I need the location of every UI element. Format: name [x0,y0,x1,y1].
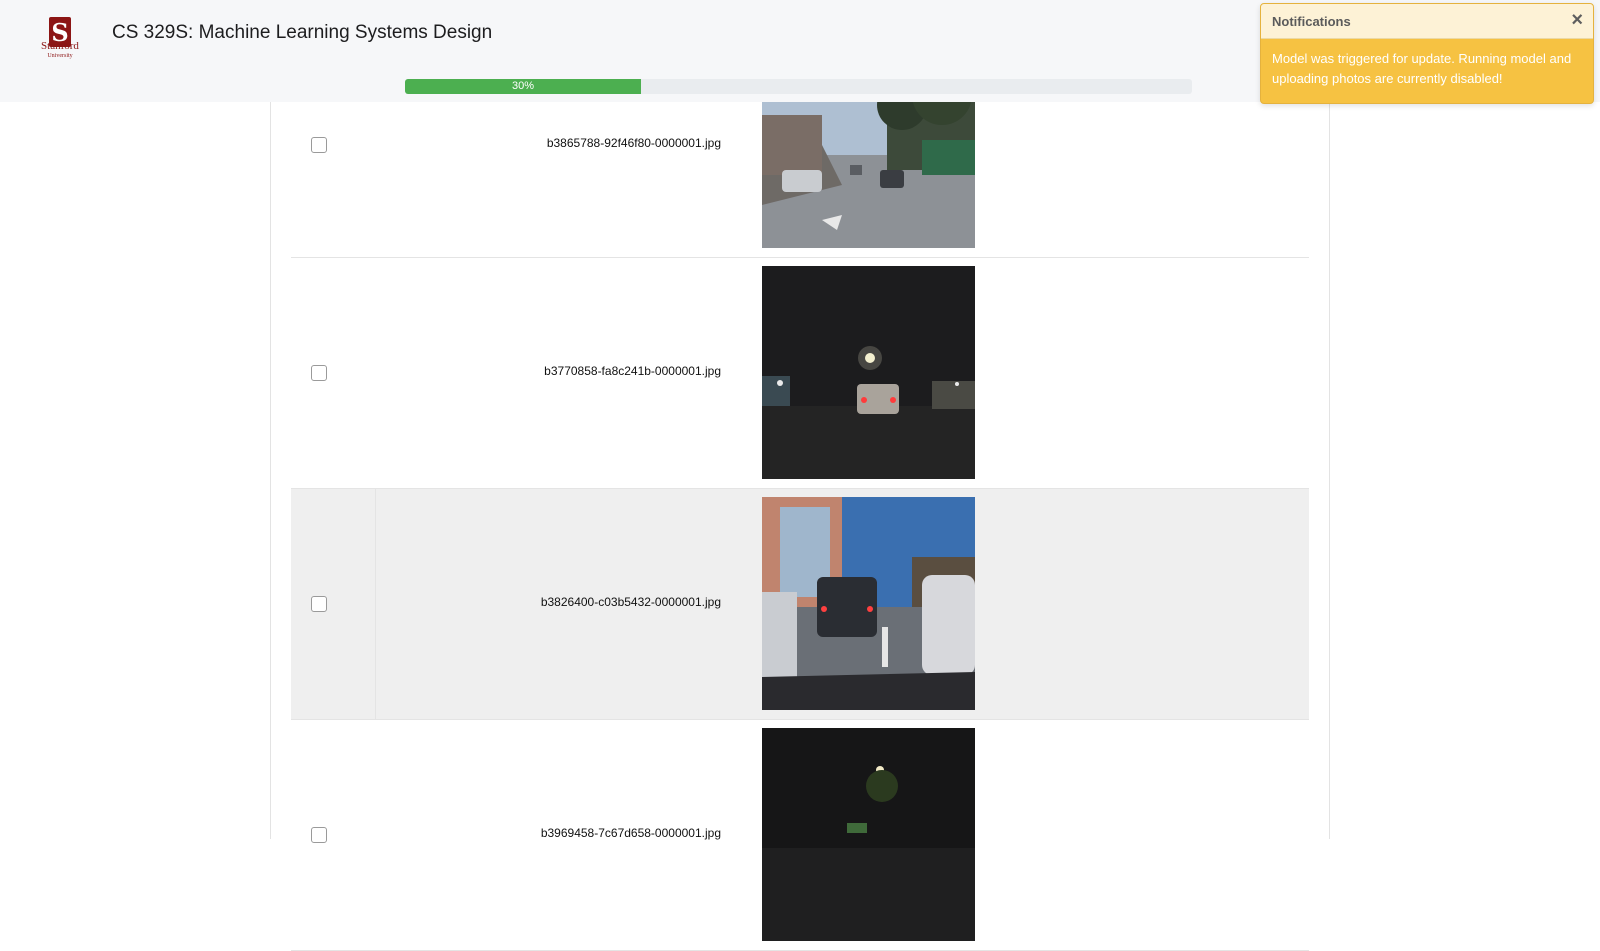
notification-toast: Notifications × Model was triggered for … [1260,3,1594,104]
close-icon[interactable]: × [1571,9,1583,31]
table-row: b3770858-fa8c241b-0000001.jpg [291,258,1309,489]
notification-title: Notifications [1272,14,1351,29]
image-thumbnail [762,266,975,479]
notification-header: Notifications × [1261,4,1593,39]
filename-label: b3826400-c03b5432-0000001.jpg [540,595,721,609]
image-thumbnail [762,497,975,710]
table-row: b3969458-7c67d658-0000001.jpg [291,720,1309,951]
progress-bar: 30% [405,79,1192,94]
filename-label: b3865788-92f46f80-0000001.jpg [546,136,721,150]
notification-message: Model was triggered for update. Running … [1272,51,1572,86]
row-checkbox[interactable] [311,365,327,381]
filename-label: b3770858-fa8c241b-0000001.jpg [544,364,721,378]
table-row: b3826400-c03b5432-0000001.jpg [291,489,1309,720]
progress-fill: 30% [405,79,642,94]
row-checkbox[interactable] [311,596,327,612]
image-thumbnail [762,728,975,941]
page-title: CS 329S: Machine Learning Systems Design [112,22,493,43]
column-divider [375,489,376,719]
filename-label: b3969458-7c67d658-0000001.jpg [540,826,721,840]
row-checkbox[interactable] [311,137,327,153]
row-checkbox[interactable] [311,827,327,843]
stanford-wordmark: Stanford University [41,40,79,60]
